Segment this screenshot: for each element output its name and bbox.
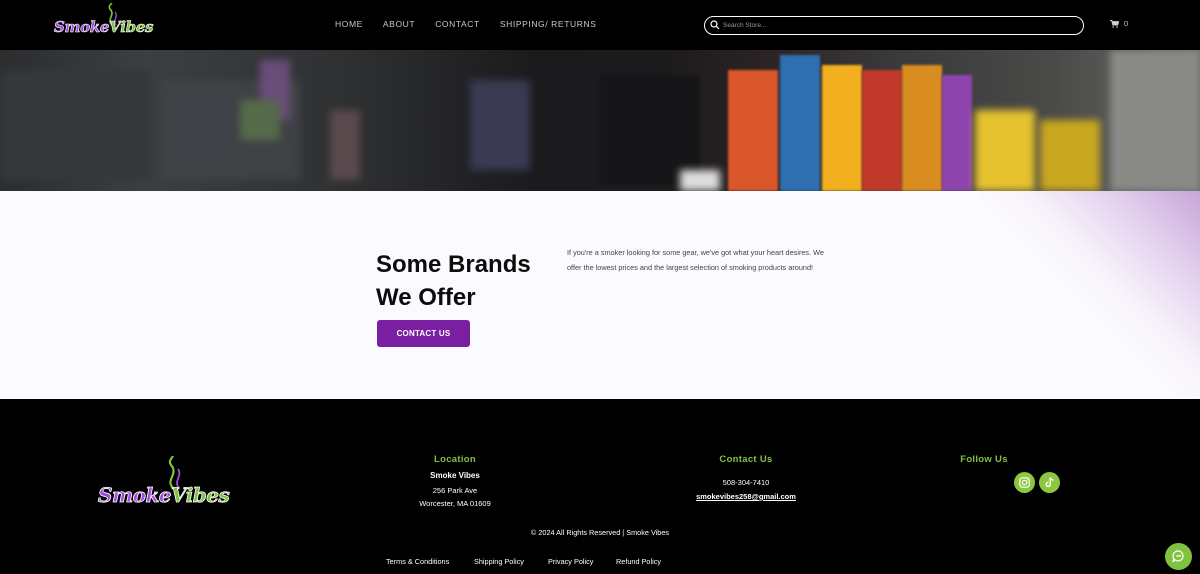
cart-count: 0: [1124, 19, 1129, 28]
search-bar[interactable]: [704, 16, 1084, 35]
logo-text: SmokeVibes: [54, 18, 154, 37]
privacy-policy-link[interactable]: Privacy Policy: [548, 557, 593, 566]
main-nav: HOME ABOUT CONTACT SHIPPING/ RETURNS: [335, 19, 616, 29]
hero-banner: [0, 50, 1200, 191]
tiktok-button[interactable]: [1039, 472, 1060, 493]
chat-button[interactable]: [1165, 543, 1192, 570]
nav-contact[interactable]: CONTACT: [435, 19, 480, 29]
contact-us-button[interactable]: CONTACT US: [377, 320, 470, 347]
footer-logo-text: SmokeVibes: [98, 483, 231, 508]
location-address-1: 256 Park Ave: [432, 486, 478, 495]
section-heading: Some Brands We Offer: [376, 248, 556, 314]
footer-location: Location Smoke Vibes 256 Park Ave Worces…: [395, 454, 515, 508]
nav-home[interactable]: HOME: [335, 19, 363, 29]
nav-shipping-returns[interactable]: SHIPPING/ RETURNS: [500, 19, 597, 29]
nav-about[interactable]: ABOUT: [383, 19, 415, 29]
search-icon[interactable]: [710, 20, 720, 30]
hero-shelf-image: [0, 50, 1200, 191]
heading-line-2: We Offer: [376, 284, 476, 311]
contact-email[interactable]: smokevibes258@gmail.com: [686, 492, 806, 501]
location-address-2: Worcester, MA 01609: [419, 499, 491, 508]
search-input[interactable]: [723, 19, 1063, 32]
contact-title: Contact Us: [719, 454, 773, 465]
decorative-gradient: [980, 191, 1200, 399]
shipping-policy-link[interactable]: Shipping Policy: [474, 557, 524, 566]
chat-icon: [1172, 550, 1184, 563]
brands-section: Some Brands We Offer CONTACT US If you'r…: [0, 191, 1200, 399]
site-footer: SmokeVibes Location Smoke Vibes 256 Park…: [0, 399, 1200, 574]
terms-link[interactable]: Terms & Conditions: [386, 557, 449, 566]
tiktok-icon: [1045, 477, 1054, 488]
follow-title: Follow Us: [960, 454, 1008, 465]
heading-line-1: Some Brands: [376, 251, 531, 278]
location-title: Location: [434, 454, 476, 465]
contact-phone[interactable]: 508-304-7410: [686, 478, 806, 487]
instagram-button[interactable]: [1014, 472, 1035, 493]
copyright: © 2024 All Rights Reserved | Smoke Vibes: [530, 528, 670, 537]
footer-follow: Follow Us: [944, 454, 1024, 465]
cart-icon[interactable]: [1110, 19, 1119, 28]
footer-logo[interactable]: SmokeVibes: [98, 456, 230, 511]
refund-policy-link[interactable]: Refund Policy: [616, 557, 661, 566]
site-logo[interactable]: SmokeVibes: [54, 3, 154, 44]
instagram-icon: [1019, 477, 1030, 488]
footer-contact: Contact Us 508-304-7410 smokevibes258@gm…: [686, 454, 806, 501]
section-description: If you're a smoker looking for some gear…: [567, 248, 824, 273]
site-header: SmokeVibes HOME ABOUT CONTACT SHIPPING/ …: [0, 0, 1200, 50]
location-name: Smoke Vibes: [430, 471, 480, 480]
cart-button[interactable]: 0: [1110, 19, 1128, 28]
